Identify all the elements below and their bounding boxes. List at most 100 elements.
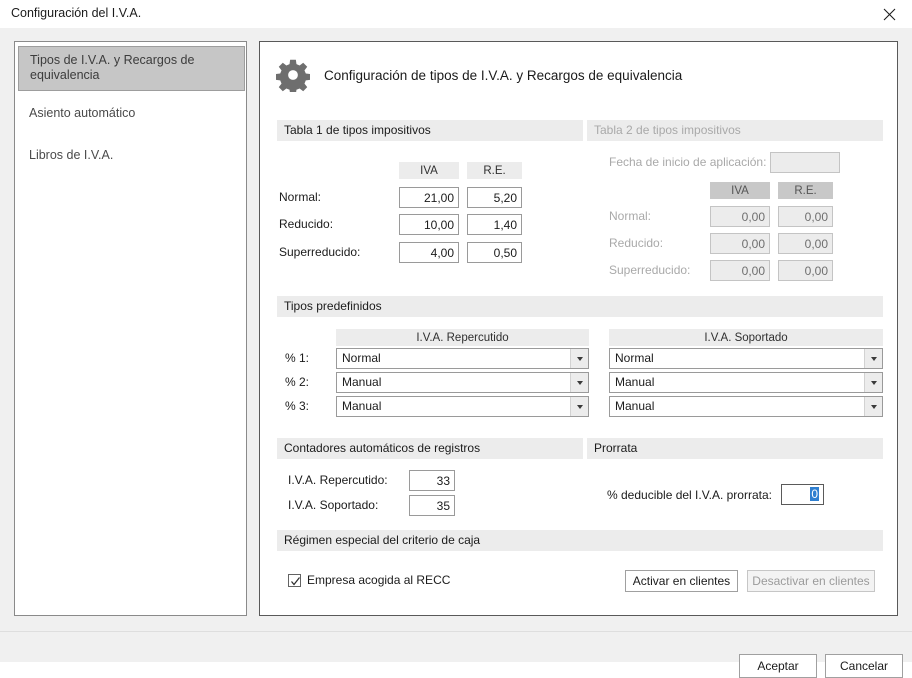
button-label: Cancelar [839, 659, 889, 673]
predefined-combo-soportado-3[interactable]: Manual [609, 396, 883, 417]
table2-date-input[interactable] [770, 152, 840, 173]
combo-value: Manual [615, 375, 655, 389]
window-titlebar: Configuración del I.V.A. [0, 0, 912, 28]
button-label: Activar en clientes [632, 574, 731, 588]
combo-value: Manual [342, 375, 382, 389]
prorrata-label: % deducible del I.V.A. prorrata: [607, 488, 772, 502]
activar-en-clientes-button[interactable]: Activar en clientes [625, 570, 738, 592]
section-header-prorrata: Prorrata [587, 438, 883, 459]
table1-input-superreducido-re[interactable] [467, 242, 522, 263]
predefined-combo-repercutido-2[interactable]: Manual [336, 372, 589, 393]
predefined-combo-soportado-1[interactable]: Normal [609, 348, 883, 369]
content-panel: Configuración de tipos de I.V.A. y Recar… [259, 41, 898, 616]
gear-icon [276, 59, 310, 92]
section-header-contadores: Contadores automáticos de registros [277, 438, 583, 459]
chevron-down-icon[interactable] [570, 397, 588, 416]
col-label: R.E. [483, 164, 506, 177]
content-header: Configuración de tipos de I.V.A. y Recar… [276, 58, 682, 92]
table1-row-label-superreducido: Superreducido: [279, 245, 361, 259]
col-label: I.V.A. Repercutido [416, 331, 509, 344]
accept-button[interactable]: Aceptar [739, 654, 817, 678]
predefined-combo-repercutido-1[interactable]: Normal [336, 348, 589, 369]
table2-date-label: Fecha de inicio de aplicación: [609, 155, 767, 169]
predefined-combo-soportado-2[interactable]: Manual [609, 372, 883, 393]
table1-row-label-normal: Normal: [279, 190, 322, 204]
prorrata-value: 0 [810, 487, 819, 501]
sidebar-item-label: Libros de I.V.A. [29, 148, 114, 162]
counters-row-label-repercutido: I.V.A. Repercutido: [288, 473, 388, 487]
chevron-down-icon[interactable] [864, 349, 882, 368]
page-title: Configuración de tipos de I.V.A. y Recar… [324, 67, 683, 83]
table2-row-label-normal: Normal: [609, 209, 652, 223]
section-title: Régimen especial del criterio de caja [284, 533, 481, 547]
table2-row-label-reducido: Reducido: [609, 236, 664, 250]
table1-col-header-iva: IVA [399, 162, 459, 179]
col-label: IVA [420, 164, 438, 177]
section-title: Contadores automáticos de registros [284, 441, 481, 455]
predefined-row-label-1: % 1: [285, 351, 310, 365]
table2-input-reducido-re[interactable] [778, 233, 833, 254]
counters-input-repercutido[interactable] [409, 470, 455, 491]
counters-row-label-soportado: I.V.A. Soportado: [288, 498, 379, 512]
predefined-combo-repercutido-3[interactable]: Manual [336, 396, 589, 417]
predefined-row-label-3: % 3: [285, 399, 310, 413]
predefined-row-label-2: % 2: [285, 375, 310, 389]
table2-input-superreducido-iva[interactable] [710, 260, 770, 281]
chevron-down-icon[interactable] [864, 373, 882, 392]
chevron-down-icon[interactable] [864, 397, 882, 416]
prorrata-input[interactable]: 0 [781, 484, 824, 505]
section-header-tabla1: Tabla 1 de tipos impositivos [277, 120, 583, 141]
recc-checkbox-label: Empresa acogida al RECC [307, 573, 451, 587]
sidebar: Tipos de I.V.A. y Recargos de equivalenc… [14, 41, 247, 616]
desactivar-en-clientes-button[interactable]: Desactivar en clientes [747, 570, 875, 592]
table2-col-header-iva: IVA [710, 182, 770, 199]
col-label: I.V.A. Soportado [704, 331, 788, 344]
sidebar-item-label: Tipos de I.V.A. y Recargos de equivalenc… [30, 53, 195, 82]
chevron-down-icon[interactable] [570, 349, 588, 368]
button-label: Aceptar [757, 659, 799, 673]
combo-value: Normal [342, 351, 381, 365]
recc-checkbox[interactable]: Empresa acogida al RECC [288, 573, 450, 587]
col-label: R.E. [794, 184, 817, 197]
chevron-down-icon[interactable] [570, 373, 588, 392]
window-title: Configuración del I.V.A. [11, 6, 142, 20]
section-title: Prorrata [594, 441, 638, 455]
table2-row-label-superreducido: Superreducido: [609, 263, 691, 277]
table2-input-reducido-iva[interactable] [710, 233, 770, 254]
combo-value: Normal [615, 351, 654, 365]
section-title: Tabla 1 de tipos impositivos [284, 123, 431, 137]
table1-col-header-re: R.E. [467, 162, 522, 179]
counters-input-soportado[interactable] [409, 495, 455, 516]
close-icon [883, 8, 895, 20]
section-header-recc: Régimen especial del criterio de caja [277, 530, 883, 551]
sidebar-item-libros-iva[interactable]: Libros de I.V.A. [18, 142, 245, 170]
table1-input-reducido-iva[interactable] [399, 214, 459, 235]
section-header-tabla2: Tabla 2 de tipos impositivos [587, 120, 883, 141]
table1-row-label-reducido: Reducido: [279, 217, 334, 231]
combo-value: Manual [615, 399, 655, 413]
section-header-tipos-predefinidos: Tipos predefinidos [277, 296, 883, 317]
table1-input-superreducido-iva[interactable] [399, 242, 459, 263]
table2-col-header-re: R.E. [778, 182, 833, 199]
sidebar-item-asiento-automatico[interactable]: Asiento automático [18, 100, 245, 128]
footer-divider [0, 631, 912, 632]
table1-input-normal-re[interactable] [467, 187, 522, 208]
table2-input-normal-iva[interactable] [710, 206, 770, 227]
section-title: Tipos predefinidos [284, 299, 382, 313]
col-label: IVA [731, 184, 749, 197]
predefined-col-header-soportado: I.V.A. Soportado [609, 329, 883, 346]
sidebar-item-label: Asiento automático [29, 106, 136, 120]
sidebar-item-tipos-iva[interactable]: Tipos de I.V.A. y Recargos de equivalenc… [18, 46, 245, 91]
table2-input-superreducido-re[interactable] [778, 260, 833, 281]
checkbox-checked-icon [288, 573, 301, 587]
window-body: Tipos de I.V.A. y Recargos de equivalenc… [0, 28, 912, 678]
close-button[interactable] [866, 0, 912, 28]
predefined-col-header-repercutido: I.V.A. Repercutido [336, 329, 589, 346]
table1-input-normal-iva[interactable] [399, 187, 459, 208]
table1-input-reducido-re[interactable] [467, 214, 522, 235]
table2-input-normal-re[interactable] [778, 206, 833, 227]
cancel-button[interactable]: Cancelar [825, 654, 903, 678]
button-label: Desactivar en clientes [752, 574, 870, 588]
section-title: Tabla 2 de tipos impositivos [594, 123, 741, 137]
combo-value: Manual [342, 399, 382, 413]
